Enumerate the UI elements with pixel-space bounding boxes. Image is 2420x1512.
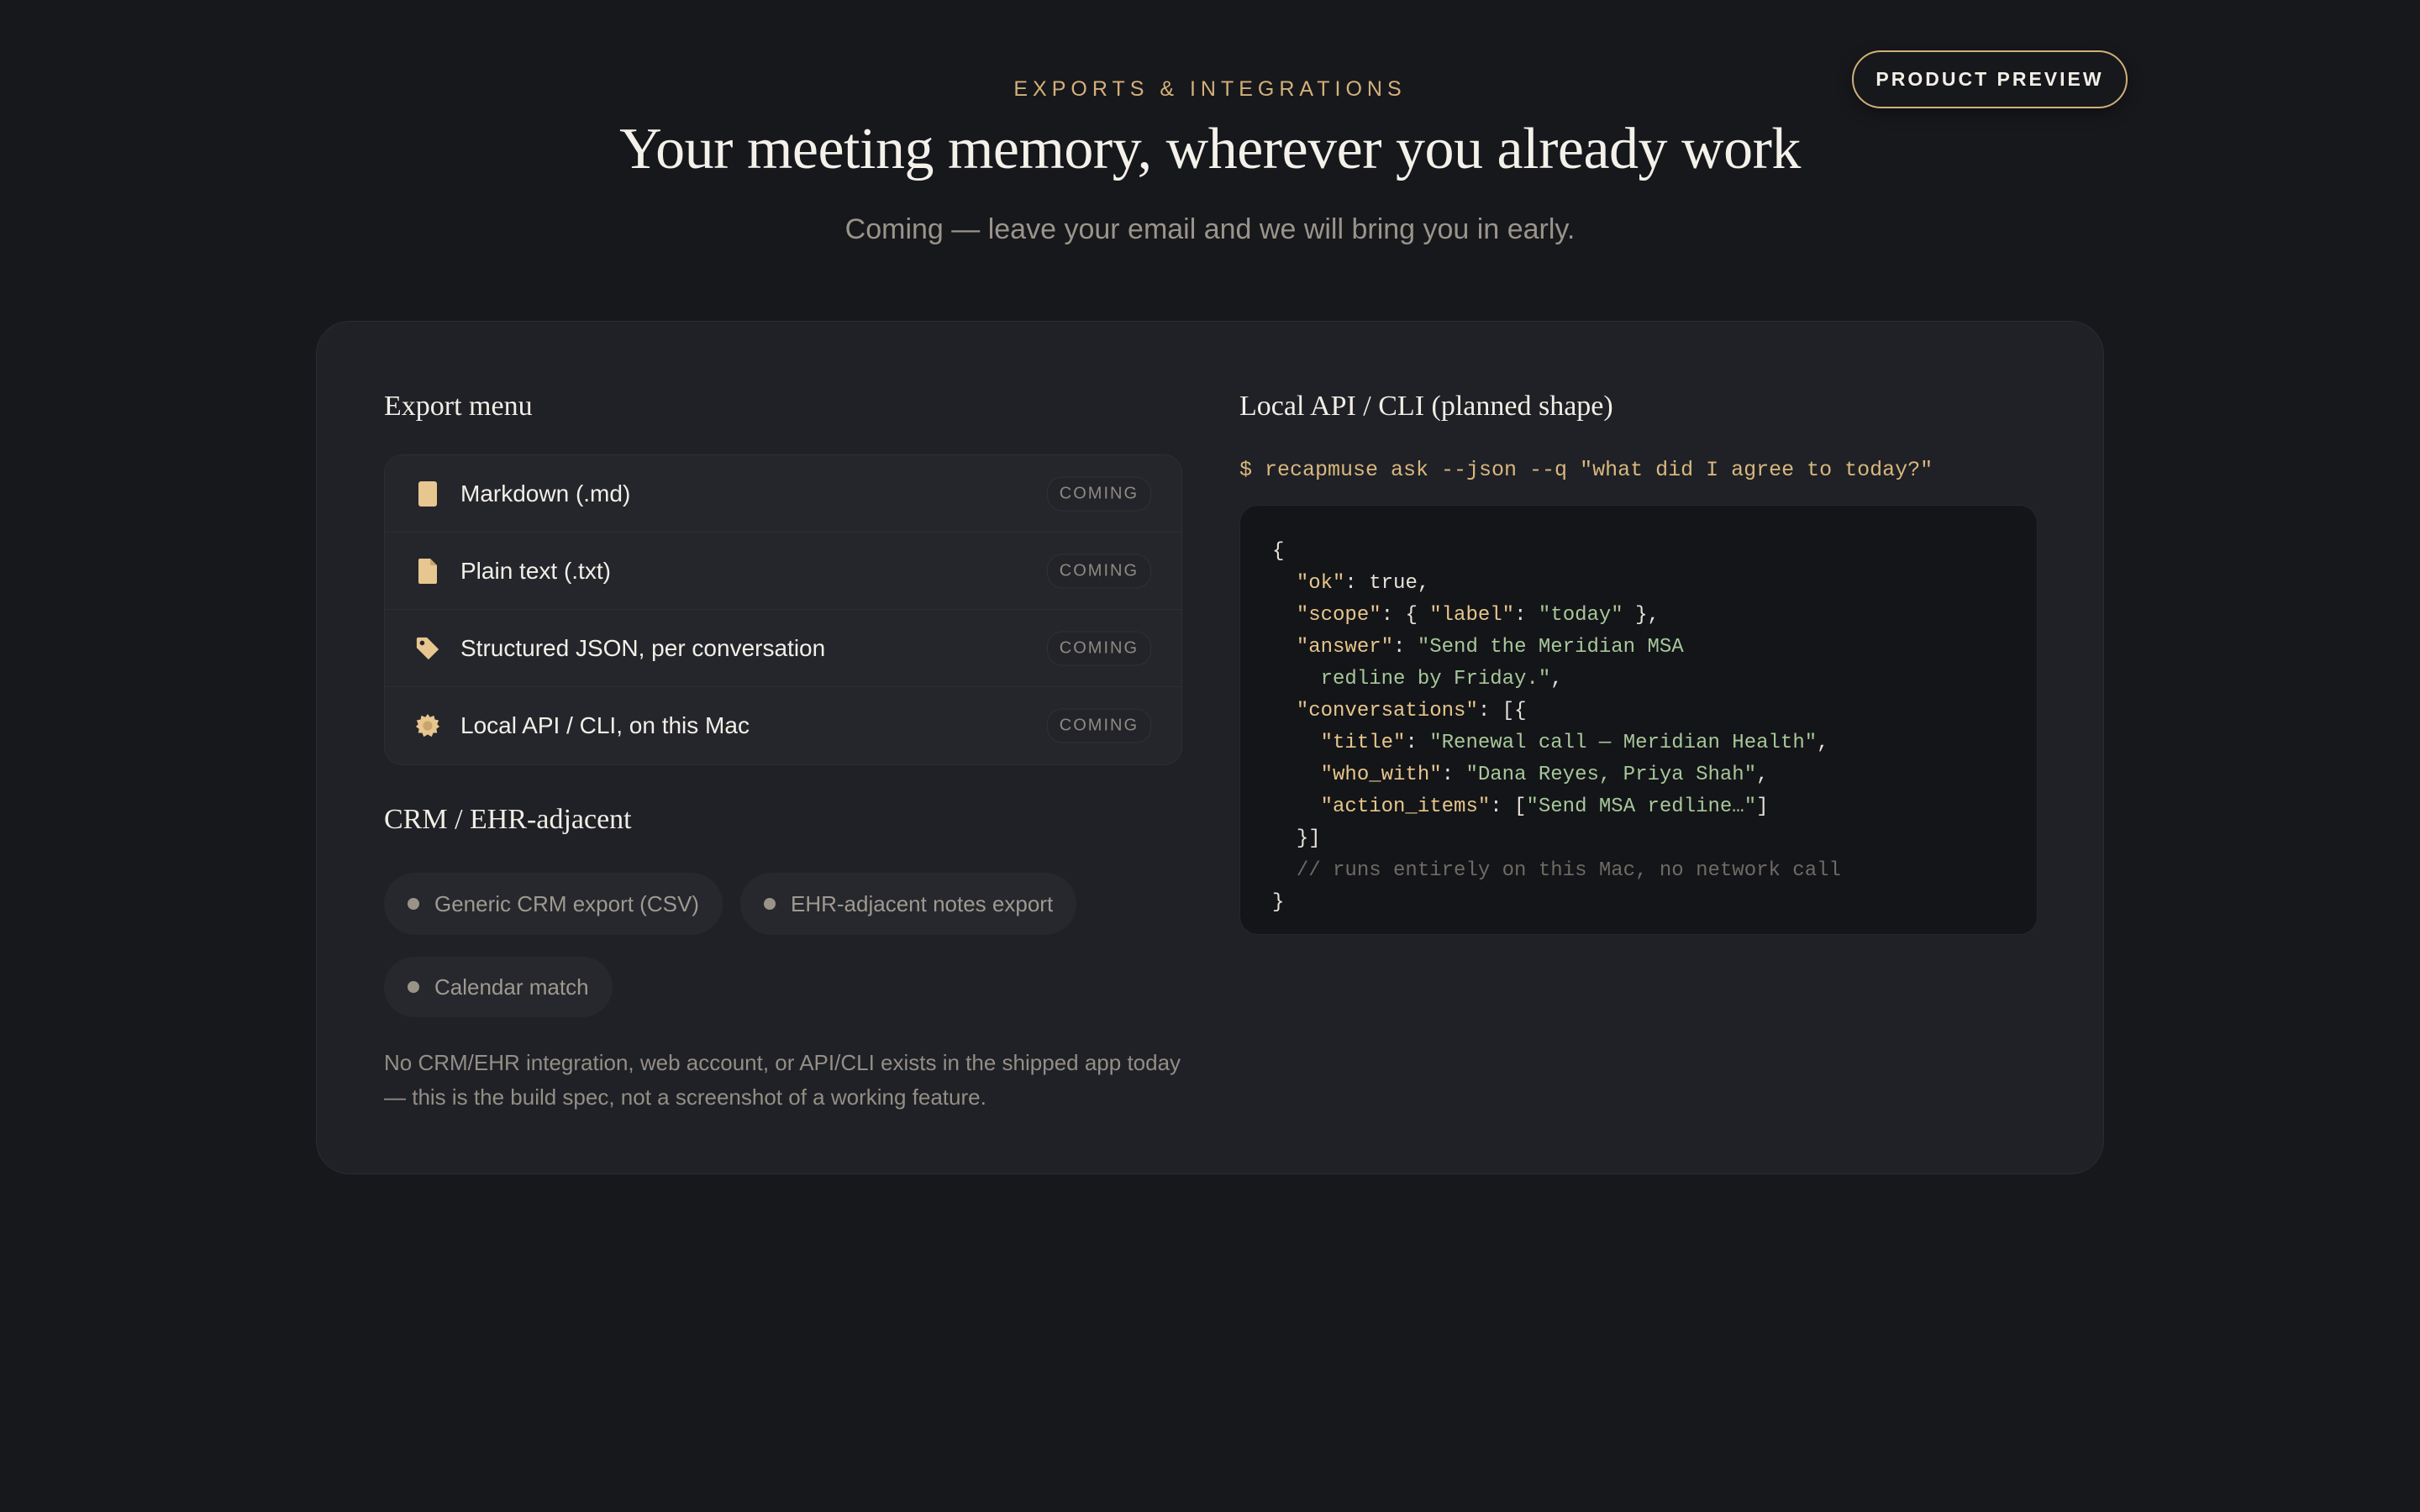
code-comment: // runs entirely on this Mac, no network… xyxy=(1296,859,1841,882)
tag-icon xyxy=(415,635,440,662)
code-key: "who_with" xyxy=(1320,764,1442,786)
code-token: { xyxy=(1272,540,1285,563)
crm-section-title: CRM / EHR-adjacent xyxy=(384,804,632,835)
chip-label: EHR-adjacent notes export xyxy=(791,890,1054,916)
page-subtitle: Coming — leave your email and we will br… xyxy=(844,213,1576,245)
export-item-label: Plain text (.txt) xyxy=(460,557,611,584)
code-token: }] xyxy=(1296,827,1321,850)
export-item-label: Markdown (.md) xyxy=(460,480,631,507)
code-string: redline by Friday." xyxy=(1320,668,1551,690)
cli-command: $ recapmuse ask --json --q "what did I a… xyxy=(1239,458,1933,482)
integrations-card: Export menu Markdown (.md) COMING Plain … xyxy=(316,321,2104,1174)
code-key: "scope" xyxy=(1296,604,1381,627)
coming-badge: COMING xyxy=(1046,708,1151,743)
code-string: "Send MSA redline…" xyxy=(1526,795,1757,818)
code-token: } xyxy=(1272,891,1285,914)
export-item-label: Local API / CLI, on this Mac xyxy=(460,712,750,738)
code-string: "Dana Reyes, Priya Shah" xyxy=(1465,764,1757,786)
code-key: "action_items" xyxy=(1320,795,1491,818)
export-item-label: Structured JSON, per conversation xyxy=(460,634,826,661)
chip-dot xyxy=(408,898,419,910)
chip-crm-csv: Generic CRM export (CSV) xyxy=(384,873,723,935)
export-item-plain-text[interactable]: Plain text (.txt) COMING xyxy=(385,533,1181,610)
chip-calendar-match: Calendar match xyxy=(384,957,613,1017)
coming-badge: COMING xyxy=(1046,554,1151,588)
chip-label: Generic CRM export (CSV) xyxy=(434,890,699,916)
export-menu-title: Export menu xyxy=(384,391,533,422)
chip-ehr-notes: EHR-adjacent notes export xyxy=(740,873,1077,935)
code-key: "ok" xyxy=(1296,572,1345,595)
export-item-markdown[interactable]: Markdown (.md) COMING xyxy=(385,455,1181,533)
markdown-file-icon xyxy=(415,480,440,507)
chip-dot xyxy=(764,898,776,910)
text-file-icon xyxy=(415,558,440,585)
code-key: "title" xyxy=(1320,732,1406,754)
code-string: "Send the Meridian MSA xyxy=(1417,636,1684,659)
chip-dot xyxy=(408,981,419,993)
code-key: "conversations" xyxy=(1296,700,1478,722)
eyebrow-label: EXPORTS & INTEGRATIONS xyxy=(1013,77,1407,101)
gear-badge-icon xyxy=(415,712,440,739)
export-item-json[interactable]: Structured JSON, per conversation COMING xyxy=(385,610,1181,687)
coming-badge: COMING xyxy=(1046,476,1151,511)
api-section-title: Local API / CLI (planned shape) xyxy=(1239,391,1613,422)
page: PRODUCT PREVIEW EXPORTS & INTEGRATIONS Y… xyxy=(0,0,2420,1512)
export-item-local-api[interactable]: Local API / CLI, on this Mac COMING xyxy=(385,687,1181,764)
export-menu-list: Markdown (.md) COMING Plain text (.txt) … xyxy=(384,454,1182,765)
page-title: Your meeting memory, wherever you alread… xyxy=(619,117,1801,181)
code-key: "answer" xyxy=(1296,636,1394,659)
coming-badge: COMING xyxy=(1046,631,1151,665)
code-string: "today" xyxy=(1538,604,1623,627)
code-value: true xyxy=(1369,572,1418,595)
code-string: "Renewal call — Meridian Health" xyxy=(1429,732,1818,754)
json-response-block: { "ok": true, "scope": { "label": "today… xyxy=(1239,505,2038,935)
code-key: "label" xyxy=(1429,604,1515,627)
chip-label: Calendar match xyxy=(434,974,589,1000)
disclaimer-text: No CRM/EHR integration, web account, or … xyxy=(384,1050,1181,1110)
